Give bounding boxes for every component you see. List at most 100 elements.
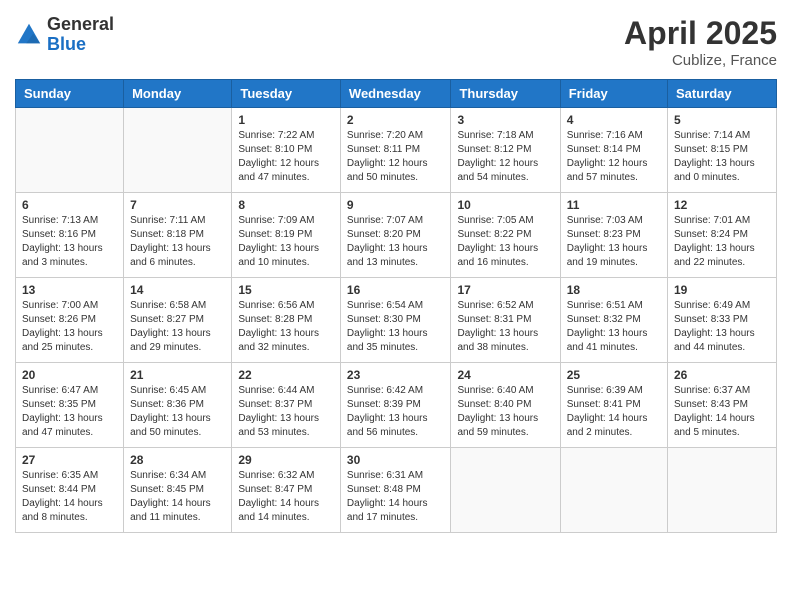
calendar-cell: 8 Sunrise: 7:09 AM Sunset: 8:19 PM Daylig… <box>232 193 341 278</box>
calendar-cell <box>16 108 124 193</box>
day-info: Sunrise: 6:56 AM Sunset: 8:28 PM Dayligh… <box>238 299 334 355</box>
calendar-cell: 27 Sunrise: 6:35 AM Sunset: 8:44 PM Dayli… <box>16 448 124 533</box>
calendar-cell: 29Sunrise: 6:32 AM Sunset: 8:47 PM Dayli… <box>232 448 341 533</box>
day-number: 26 <box>674 368 770 382</box>
day-info: Sunrise: 6:35 AM Sunset: 8:44 PM Dayligh… <box>22 469 117 525</box>
day-number: 23 <box>347 368 445 382</box>
calendar-cell: 30Sunrise: 6:31 AM Sunset: 8:48 PM Dayli… <box>340 448 451 533</box>
day-info: Sunrise: 6:49 AM Sunset: 8:33 PM Dayligh… <box>674 299 770 355</box>
calendar-cell <box>560 448 667 533</box>
day-number: 20 <box>22 368 117 382</box>
calendar-cell: 6 Sunrise: 7:13 AM Sunset: 8:16 PM Daylig… <box>16 193 124 278</box>
calendar-cell: 22 Sunrise: 6:44 AM Sunset: 8:37 PM Dayli… <box>232 363 341 448</box>
day-info: Sunrise: 7:09 AM Sunset: 8:19 PM Dayligh… <box>238 214 334 270</box>
title-block: April 2025 Cublize, France <box>624 15 777 69</box>
calendar-cell: 15Sunrise: 6:56 AM Sunset: 8:28 PM Dayli… <box>232 278 341 363</box>
day-info: Sunrise: 6:40 AM Sunset: 8:40 PM Dayligh… <box>457 384 553 440</box>
day-info: Sunrise: 7:05 AM Sunset: 8:22 PM Dayligh… <box>457 214 553 270</box>
day-info: Sunrise: 6:52 AM Sunset: 8:31 PM Dayligh… <box>457 299 553 355</box>
day-number: 12 <box>674 198 770 212</box>
day-info: Sunrise: 7:18 AM Sunset: 8:12 PM Dayligh… <box>457 129 553 185</box>
day-number: 9 <box>347 198 445 212</box>
day-number: 27 <box>22 453 117 467</box>
calendar-cell: 3Sunrise: 7:18 AM Sunset: 8:12 PM Daylig… <box>451 108 560 193</box>
day-info: Sunrise: 6:45 AM Sunset: 8:36 PM Dayligh… <box>130 384 225 440</box>
day-info: Sunrise: 6:44 AM Sunset: 8:37 PM Dayligh… <box>238 384 334 440</box>
calendar-cell: 28 Sunrise: 6:34 AM Sunset: 8:45 PM Dayli… <box>124 448 232 533</box>
day-number: 11 <box>567 198 661 212</box>
week-row-1: 1 Sunrise: 7:22 AM Sunset: 8:10 PM Daylig… <box>16 108 777 193</box>
day-number: 17 <box>457 283 553 297</box>
calendar-cell: 16 Sunrise: 6:54 AM Sunset: 8:30 PM Dayli… <box>340 278 451 363</box>
calendar-cell: 13Sunrise: 7:00 AM Sunset: 8:26 PM Dayli… <box>16 278 124 363</box>
day-info: Sunrise: 6:47 AM Sunset: 8:35 PM Dayligh… <box>22 384 117 440</box>
calendar-cell: 5Sunrise: 7:14 AM Sunset: 8:15 PM Daylig… <box>668 108 777 193</box>
calendar-header-row: SundayMondayTuesdayWednesdayThursdayFrid… <box>16 80 777 108</box>
calendar-cell: 4 Sunrise: 7:16 AM Sunset: 8:14 PM Daylig… <box>560 108 667 193</box>
day-number: 19 <box>674 283 770 297</box>
logo-general-text: General <box>47 14 114 34</box>
day-header-tuesday: Tuesday <box>232 80 341 108</box>
day-number: 28 <box>130 453 225 467</box>
day-info: Sunrise: 7:07 AM Sunset: 8:20 PM Dayligh… <box>347 214 445 270</box>
day-info: Sunrise: 6:54 AM Sunset: 8:30 PM Dayligh… <box>347 299 445 355</box>
day-info: Sunrise: 7:22 AM Sunset: 8:10 PM Dayligh… <box>238 129 334 185</box>
day-number: 6 <box>22 198 117 212</box>
day-number: 22 <box>238 368 334 382</box>
calendar-cell: 25Sunrise: 6:39 AM Sunset: 8:41 PM Dayli… <box>560 363 667 448</box>
day-number: 5 <box>674 113 770 127</box>
day-header-thursday: Thursday <box>451 80 560 108</box>
calendar-cell: 20 Sunrise: 6:47 AM Sunset: 8:35 PM Dayli… <box>16 363 124 448</box>
day-info: Sunrise: 7:11 AM Sunset: 8:18 PM Dayligh… <box>130 214 225 270</box>
day-info: Sunrise: 6:58 AM Sunset: 8:27 PM Dayligh… <box>130 299 225 355</box>
calendar-cell: 10 Sunrise: 7:05 AM Sunset: 8:22 PM Dayli… <box>451 193 560 278</box>
day-info: Sunrise: 6:37 AM Sunset: 8:43 PM Dayligh… <box>674 384 770 440</box>
day-number: 18 <box>567 283 661 297</box>
day-number: 21 <box>130 368 225 382</box>
day-info: Sunrise: 6:34 AM Sunset: 8:45 PM Dayligh… <box>130 469 225 525</box>
day-header-sunday: Sunday <box>16 80 124 108</box>
calendar-cell: 12 Sunrise: 7:01 AM Sunset: 8:24 PM Dayli… <box>668 193 777 278</box>
location-text: Cublize, France <box>624 52 777 69</box>
day-number: 25 <box>567 368 661 382</box>
day-info: Sunrise: 7:16 AM Sunset: 8:14 PM Dayligh… <box>567 129 661 185</box>
day-number: 24 <box>457 368 553 382</box>
day-number: 7 <box>130 198 225 212</box>
day-info: Sunrise: 6:32 AM Sunset: 8:47 PM Dayligh… <box>238 469 334 525</box>
day-info: Sunrise: 6:51 AM Sunset: 8:32 PM Dayligh… <box>567 299 661 355</box>
day-number: 1 <box>238 113 334 127</box>
day-info: Sunrise: 7:13 AM Sunset: 8:16 PM Dayligh… <box>22 214 117 270</box>
calendar-cell: 19 Sunrise: 6:49 AM Sunset: 8:33 PM Dayli… <box>668 278 777 363</box>
week-row-5: 27 Sunrise: 6:35 AM Sunset: 8:44 PM Dayli… <box>16 448 777 533</box>
calendar-cell: 23 Sunrise: 6:42 AM Sunset: 8:39 PM Dayli… <box>340 363 451 448</box>
week-row-2: 6 Sunrise: 7:13 AM Sunset: 8:16 PM Daylig… <box>16 193 777 278</box>
calendar-cell: 26 Sunrise: 6:37 AM Sunset: 8:43 PM Dayli… <box>668 363 777 448</box>
calendar-cell <box>668 448 777 533</box>
day-number: 2 <box>347 113 445 127</box>
calendar-cell: 17 Sunrise: 6:52 AM Sunset: 8:31 PM Dayli… <box>451 278 560 363</box>
calendar-cell: 9 Sunrise: 7:07 AM Sunset: 8:20 PM Daylig… <box>340 193 451 278</box>
day-info: Sunrise: 7:01 AM Sunset: 8:24 PM Dayligh… <box>674 214 770 270</box>
logo: General Blue <box>15 15 114 55</box>
day-info: Sunrise: 6:42 AM Sunset: 8:39 PM Dayligh… <box>347 384 445 440</box>
week-row-4: 20 Sunrise: 6:47 AM Sunset: 8:35 PM Dayli… <box>16 363 777 448</box>
day-header-monday: Monday <box>124 80 232 108</box>
logo-icon <box>15 21 43 49</box>
day-number: 8 <box>238 198 334 212</box>
calendar-cell: 21 Sunrise: 6:45 AM Sunset: 8:36 PM Dayli… <box>124 363 232 448</box>
calendar-cell: 1 Sunrise: 7:22 AM Sunset: 8:10 PM Daylig… <box>232 108 341 193</box>
calendar-cell <box>451 448 560 533</box>
calendar-cell <box>124 108 232 193</box>
day-number: 10 <box>457 198 553 212</box>
calendar-cell: 18 Sunrise: 6:51 AM Sunset: 8:32 PM Dayli… <box>560 278 667 363</box>
calendar-table: SundayMondayTuesdayWednesdayThursdayFrid… <box>15 79 777 533</box>
day-info: Sunrise: 7:03 AM Sunset: 8:23 PM Dayligh… <box>567 214 661 270</box>
day-number: 16 <box>347 283 445 297</box>
day-header-friday: Friday <box>560 80 667 108</box>
day-number: 4 <box>567 113 661 127</box>
calendar-cell: 24 Sunrise: 6:40 AM Sunset: 8:40 PM Dayli… <box>451 363 560 448</box>
day-info: Sunrise: 7:00 AM Sunset: 8:26 PM Dayligh… <box>22 299 117 355</box>
day-number: 14 <box>130 283 225 297</box>
logo-blue-text: Blue <box>47 34 86 54</box>
day-header-wednesday: Wednesday <box>340 80 451 108</box>
